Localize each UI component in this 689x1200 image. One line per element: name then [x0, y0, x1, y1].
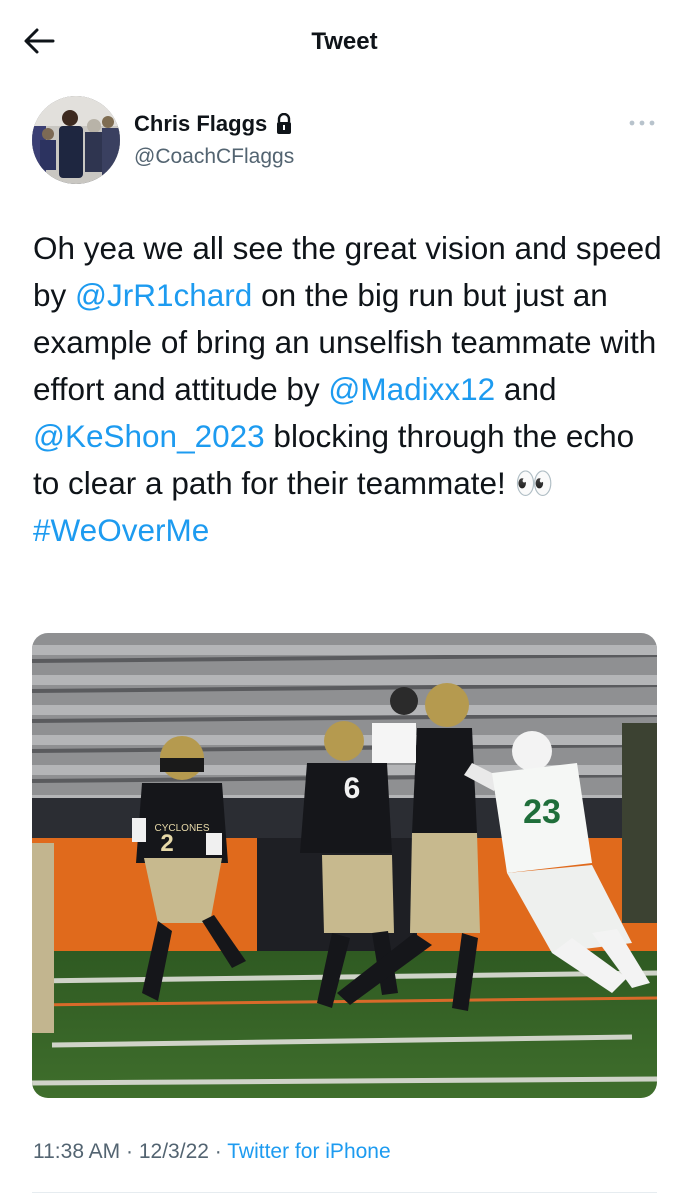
avatar[interactable]: [32, 96, 120, 184]
author-name-row: Chris Flaggs: [134, 111, 293, 137]
jersey-number: 6: [344, 772, 361, 805]
mention-link[interactable]: @JrR1chard: [75, 277, 252, 313]
tweet-time: 11:38 AM: [33, 1140, 121, 1163]
meta-separator: ·: [126, 1140, 134, 1163]
author-handle[interactable]: @CoachCFlaggs: [134, 145, 294, 169]
football-photo: CYCLONES 2 6 23: [32, 633, 657, 1098]
author-name[interactable]: Chris Flaggs: [134, 111, 267, 137]
lock-icon: [277, 113, 292, 134]
tweet-date: 12/3/22: [138, 1140, 209, 1163]
tweet-text-part: and: [495, 371, 566, 407]
tweet-text: Oh yea we all see the great vision and s…: [33, 225, 669, 554]
divider: [32, 1192, 657, 1193]
hashtag-link[interactable]: #WeOverMe: [33, 512, 209, 548]
tweet-meta: 11:38 AM · 12/3/22 · Twitter for iPhone: [33, 1140, 391, 1164]
jersey-number: 23: [523, 793, 561, 831]
meta-separator: ·: [214, 1140, 222, 1163]
mention-link[interactable]: @Madixx12: [328, 371, 495, 407]
avatar-photo: [32, 96, 120, 184]
jersey-number: 2: [160, 830, 173, 857]
tweet-photo[interactable]: CYCLONES 2 6 23: [32, 633, 657, 1098]
top-bar: Tweet: [0, 0, 689, 84]
page-title: Tweet: [311, 28, 378, 55]
mention-link[interactable]: @KeShon_2023: [33, 418, 265, 454]
tweet-source-link[interactable]: Twitter for iPhone: [227, 1140, 390, 1163]
more-options-icon[interactable]: [628, 118, 656, 128]
